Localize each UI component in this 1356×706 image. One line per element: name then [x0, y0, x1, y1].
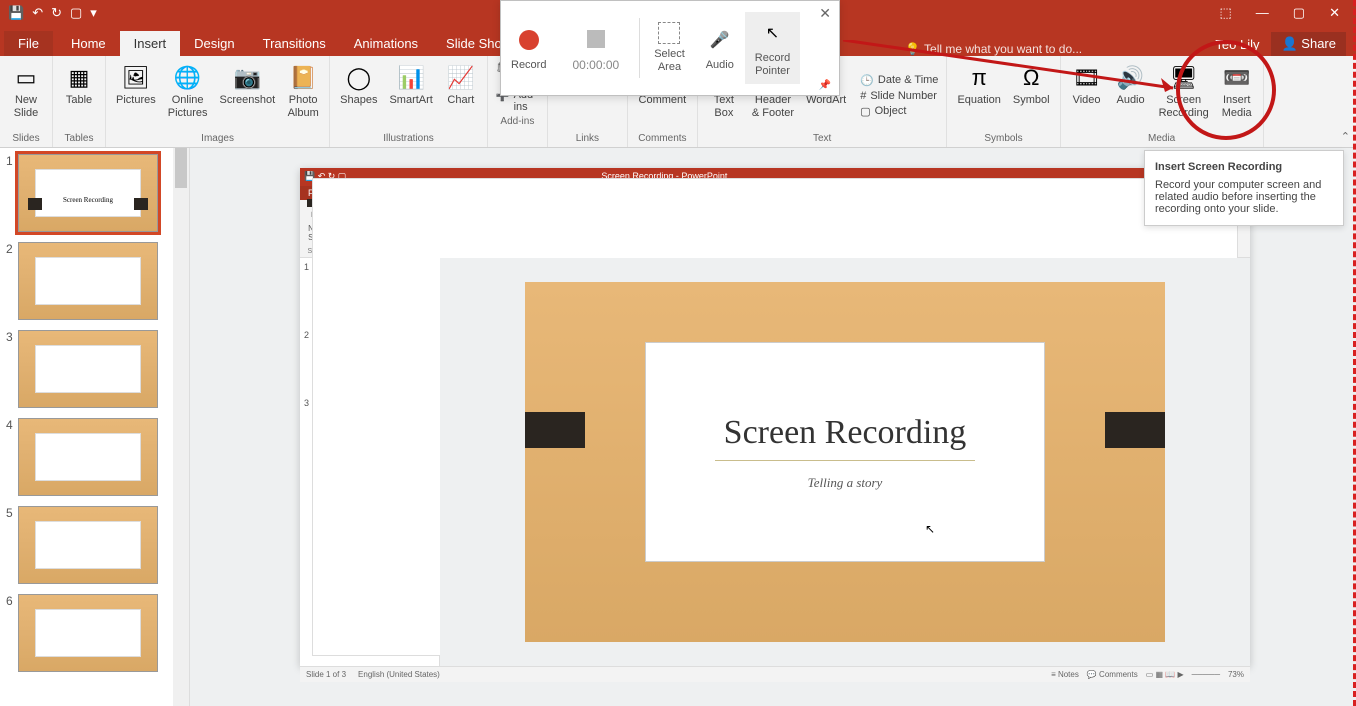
inner-slide-title: Screen Recording: [724, 414, 967, 452]
screen-recording-button[interactable]: 🖥ScreenRecording: [1155, 60, 1213, 131]
tell-me-search[interactable]: 💡 Tell me what you want to do...: [905, 42, 1082, 56]
slide-thumbnail-6[interactable]: [18, 594, 158, 672]
group-slides: Slides: [12, 131, 39, 147]
table-button[interactable]: ▦Table: [59, 60, 99, 131]
inner-slide-subtitle: Telling a story: [808, 475, 883, 491]
inner-status-slide: Slide 1 of 3: [306, 670, 346, 679]
group-links: Links: [576, 131, 599, 147]
stop-button[interactable]: 00:00:00: [556, 18, 635, 78]
maximize-button[interactable]: ▢: [1293, 5, 1305, 21]
tab-design[interactable]: Design: [180, 31, 248, 56]
record-timer: 00:00:00: [566, 58, 625, 72]
record-audio-button[interactable]: 🎤 Audio: [695, 19, 745, 78]
minimize-button[interactable]: —: [1256, 5, 1269, 21]
workspace: 1 Screen Recording 2 3 4 5 6: [0, 148, 1356, 706]
shapes-button[interactable]: ◯Shapes: [336, 60, 381, 131]
file-tab[interactable]: File: [4, 31, 53, 56]
share-button[interactable]: 👤 Share: [1271, 32, 1346, 56]
tab-insert[interactable]: Insert: [120, 31, 181, 56]
slide-thumbnails-panel: 1 Screen Recording 2 3 4 5 6: [0, 148, 190, 706]
object-button[interactable]: ▢ Object: [858, 104, 940, 119]
group-comments: Comments: [638, 131, 686, 147]
audio-button[interactable]: 🔊Audio: [1111, 60, 1151, 131]
ribbon-display-icon[interactable]: ⬚: [1220, 5, 1232, 21]
group-addins: Add-ins: [500, 114, 534, 130]
slide-thumbnail-1[interactable]: Screen Recording: [18, 154, 158, 232]
slide-number: 6: [6, 594, 18, 672]
inner-zoom: 73%: [1228, 670, 1244, 679]
close-button[interactable]: ✕: [1329, 5, 1340, 21]
cursor-icon: ↖: [925, 522, 935, 536]
pictures-button[interactable]: 🖼Pictures: [112, 60, 160, 131]
group-media: Media: [1148, 131, 1175, 147]
redo-icon[interactable]: ↻: [51, 5, 62, 21]
slide-canvas: 💾 ↶ ↻ ▢ Screen Recording - PowerPoint ⬚ …: [190, 148, 1356, 706]
record-pointer-button[interactable]: ↖ RecordPointer: [745, 12, 800, 83]
slide-thumbnail-3[interactable]: [18, 330, 158, 408]
slide-number: 5: [6, 506, 18, 584]
slide-number: 2: [6, 242, 18, 320]
undo-icon[interactable]: ↶: [32, 5, 43, 21]
group-tables: Tables: [65, 131, 94, 147]
inner-notes-button: ≡ Notes: [1051, 670, 1079, 679]
record-button[interactable]: Record: [501, 19, 556, 78]
inner-powerpoint-screenshot: 💾 ↶ ↻ ▢ Screen Recording - PowerPoint ⬚ …: [300, 168, 1250, 666]
group-text: Text: [813, 131, 831, 147]
start-from-beginning-icon[interactable]: ▢: [70, 5, 82, 21]
window-controls: ⬚ — ▢ ✕: [1220, 5, 1353, 21]
slide-thumb[interactable]: 3: [0, 324, 189, 412]
inner-status-lang: English (United States): [358, 670, 440, 679]
screen-recording-tooltip: Insert Screen Recording Record your comp…: [1144, 150, 1344, 226]
symbol-button[interactable]: ΩSymbol: [1009, 60, 1054, 131]
record-bar-close-icon[interactable]: ✕: [819, 5, 831, 22]
datetime-button[interactable]: 🕒 Date & Time: [858, 73, 940, 88]
tell-me-placeholder: Tell me what you want to do...: [924, 42, 1082, 56]
group-images: Images: [201, 131, 234, 147]
slide-number: 3: [6, 330, 18, 408]
tab-animations[interactable]: Animations: [340, 31, 432, 56]
qat-more-icon[interactable]: ▾: [90, 5, 97, 21]
slide-thumb[interactable]: 4: [0, 412, 189, 500]
smartart-button[interactable]: 📊SmartArt: [385, 60, 436, 131]
tab-transitions[interactable]: Transitions: [249, 31, 340, 56]
screenshot-button[interactable]: 📷Screenshot: [216, 60, 280, 131]
slide-thumb[interactable]: 1 Screen Recording: [0, 148, 189, 236]
group-illustrations: Illustrations: [383, 131, 434, 147]
chart-button[interactable]: 📈Chart: [441, 60, 481, 131]
slide-thumbnail-2[interactable]: [18, 242, 158, 320]
tab-home[interactable]: Home: [57, 31, 120, 56]
slide-thumbnail-5[interactable]: [18, 506, 158, 584]
collapse-ribbon-icon[interactable]: ⌃: [1341, 130, 1350, 143]
share-label: Share: [1301, 36, 1336, 51]
inner-comments-button: 💬 Comments: [1087, 670, 1138, 679]
save-icon[interactable]: 💾: [8, 5, 24, 21]
equation-button[interactable]: πEquation: [953, 60, 1004, 131]
quick-access-toolbar: 💾 ↶ ↻ ▢ ▾: [4, 5, 97, 21]
slidenum-button[interactable]: # Slide Number: [858, 89, 940, 103]
video-button[interactable]: 🎞Video: [1067, 60, 1107, 131]
user-name[interactable]: Teo Lily: [1215, 37, 1259, 52]
online-pictures-button[interactable]: 🌐OnlinePictures: [164, 60, 212, 131]
slide-thumb[interactable]: 6: [0, 588, 189, 676]
new-slide-button[interactable]: ▭NewSlide: [6, 60, 46, 131]
thumbnail-scrollbar[interactable]: [173, 148, 189, 706]
photo-album-button[interactable]: 📔PhotoAlbum: [283, 60, 323, 131]
tooltip-body: Record your computer screen and related …: [1155, 179, 1333, 215]
slide-thumb[interactable]: 5: [0, 500, 189, 588]
slide-thumb[interactable]: 2: [0, 236, 189, 324]
group-symbols: Symbols: [984, 131, 1022, 147]
record-bar-pin-icon[interactable]: 📌: [819, 80, 831, 91]
slide-number: 4: [6, 418, 18, 496]
select-area-button[interactable]: SelectArea: [644, 16, 695, 79]
tooltip-title: Insert Screen Recording: [1155, 161, 1333, 173]
slide-number: 1: [6, 154, 18, 232]
slide-thumbnail-4[interactable]: [18, 418, 158, 496]
screen-recording-toolbar: Record 00:00:00 SelectArea 🎤 Audio ↖ Rec…: [500, 0, 840, 96]
insert-media-button[interactable]: 📼InsertMedia: [1217, 60, 1257, 131]
